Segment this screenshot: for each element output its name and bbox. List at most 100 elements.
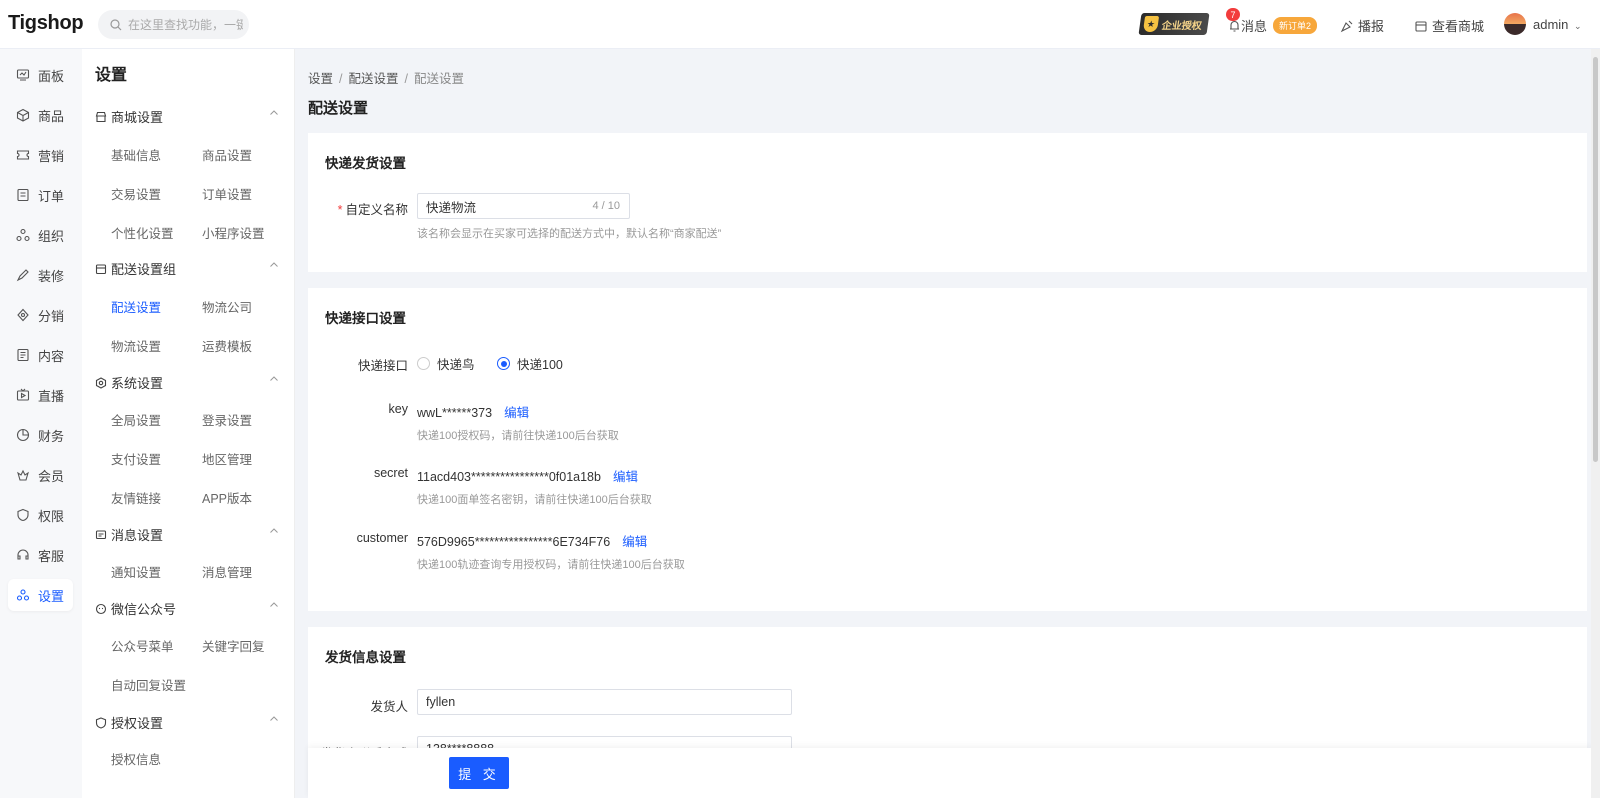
nav-item-member[interactable]: 会员 (8, 459, 73, 491)
group-message-settings[interactable]: 消息设置 (95, 525, 283, 544)
group-authorization[interactable]: 授权设置 (95, 713, 283, 732)
nav-item-label: 设置 (38, 588, 65, 604)
breadcrumb-item[interactable]: 设置 (308, 72, 333, 86)
breadcrumb-item[interactable]: 配送设置 (349, 72, 399, 86)
store-icon (1415, 20, 1427, 32)
custom-name-input[interactable]: 快递物流 4 / 10 (417, 193, 630, 219)
customer-value-row: 576D9965****************6E734F76 编辑 (417, 531, 647, 550)
nav-item-label: 客服 (38, 548, 65, 564)
search-input[interactable] (128, 17, 243, 32)
view-store-button[interactable]: 查看商城 (1414, 16, 1484, 35)
input-value: fyllen (426, 695, 456, 709)
nav-item-organization[interactable]: 组织 (8, 219, 73, 251)
chevron-up-icon (270, 716, 278, 721)
submenu-item[interactable]: 关键字回复 (202, 636, 265, 655)
nav-item-dashboard[interactable]: 面板 (8, 59, 73, 91)
submenu-item-active[interactable]: 配送设置 (111, 297, 161, 316)
chevron-up-icon (270, 262, 278, 267)
wechat-icon (95, 603, 107, 614)
group-label: 授权设置 (111, 716, 164, 731)
auth-badge-label: 企业授权 (1160, 20, 1203, 32)
nav-item-goods[interactable]: 商品 (8, 99, 73, 131)
submenu-item[interactable]: 基础信息 (111, 145, 161, 164)
radio-label: 快递鸟 (437, 358, 475, 372)
required-mark: * (337, 203, 343, 217)
chevron-up-icon (270, 602, 278, 607)
chevron-up-icon (270, 528, 278, 533)
submenu-item[interactable]: 通知设置 (111, 562, 161, 581)
logo[interactable]: Tigshop (8, 12, 84, 35)
breadcrumb-current: 配送设置 (414, 72, 465, 86)
group-label: 系统设置 (111, 376, 164, 391)
avatar[interactable] (1504, 13, 1526, 35)
group-label: 商城设置 (111, 110, 164, 125)
edit-secret-link[interactable]: 编辑 (613, 470, 638, 484)
submenu-item[interactable]: 运费模板 (202, 336, 252, 355)
submenu-item[interactable]: 地区管理 (202, 449, 252, 468)
submenu-item[interactable]: APP版本 (202, 488, 252, 507)
radio-kdniao[interactable]: 快递鸟 (417, 354, 475, 373)
edit-customer-link[interactable]: 编辑 (622, 535, 647, 549)
scrollbar[interactable] (1591, 49, 1600, 798)
group-delivery-settings[interactable]: 配送设置组 (95, 259, 283, 278)
shield-icon (95, 716, 107, 729)
submenu-item[interactable]: 自动回复设置 (111, 675, 186, 694)
radio-kuaidi100[interactable]: 快递100 (497, 354, 563, 373)
user-menu[interactable]: admin ⌄ (1533, 17, 1582, 32)
group-mall-settings[interactable]: 商城设置 (95, 107, 283, 126)
field-label: 发货人 (370, 700, 408, 714)
nav-item-marketing[interactable]: 营销 (8, 139, 73, 171)
submenu-item[interactable]: 友情链接 (111, 488, 161, 507)
nav-item-orders[interactable]: 订单 (8, 179, 73, 211)
submenu-item[interactable]: 授权信息 (111, 749, 161, 768)
group-system-settings[interactable]: 系统设置 (95, 373, 283, 392)
submenu-item[interactable]: 消息管理 (202, 562, 252, 581)
submenu-item[interactable]: 小程序设置 (202, 223, 265, 242)
scrollbar-thumb[interactable] (1593, 57, 1598, 462)
nav-item-label: 分销 (38, 308, 65, 324)
submenu-item[interactable]: 支付设置 (111, 449, 161, 468)
express-api-card: 快递接口设置 快递接口 快递鸟 快递100 key wwL******373 编辑… (308, 288, 1587, 611)
nav-item-customer-service[interactable]: 客服 (8, 539, 73, 571)
field-hint: 快递100轨迹查询专用授权码，请前往快递100后台获取 (417, 559, 685, 571)
user-name: admin (1533, 17, 1569, 32)
content-icon (17, 348, 29, 362)
submenu-item[interactable]: 交易设置 (111, 184, 161, 203)
submenu-item[interactable]: 个性化设置 (111, 223, 174, 242)
sender-input[interactable]: fyllen (417, 689, 792, 715)
message-icon (95, 529, 107, 539)
edit-key-link[interactable]: 编辑 (504, 406, 529, 420)
group-wechat-official[interactable]: 微信公众号 (95, 599, 283, 618)
nav-item-distribution[interactable]: 分销 (8, 299, 73, 331)
submenu-item[interactable]: 全局设置 (111, 410, 161, 429)
new-order-badge[interactable]: 新订单2 (1273, 17, 1318, 34)
submenu-item[interactable]: 商品设置 (202, 145, 252, 164)
submenu-item[interactable]: 登录设置 (202, 410, 252, 429)
order-icon (17, 188, 29, 202)
nav-item-content[interactable]: 内容 (8, 339, 73, 371)
nav-item-finance[interactable]: 财务 (8, 419, 73, 451)
submenu-item[interactable]: 公众号菜单 (111, 636, 174, 655)
nav-item-decoration[interactable]: 装修 (8, 259, 73, 291)
section-title: 快递接口设置 (325, 311, 406, 326)
breadcrumb: 设置 / 配送设置 / 配送设置 (308, 68, 464, 87)
group-label: 消息设置 (111, 528, 164, 543)
secret-value: 11acd403****************0f01a18b (417, 470, 601, 484)
search-box[interactable] (98, 10, 249, 39)
messages-button[interactable]: 7 消息 新订单2 (1226, 8, 1318, 35)
submenu-item[interactable]: 物流公司 (202, 297, 252, 316)
nav-item-live[interactable]: 直播 (8, 379, 73, 411)
broadcast-button[interactable]: 播报 (1340, 16, 1384, 35)
submit-button[interactable]: 提 交 (449, 757, 509, 789)
submenu-item[interactable]: 物流设置 (111, 336, 161, 355)
nav-item-settings[interactable]: 设置 (8, 579, 73, 611)
submenu-item[interactable]: 订单设置 (202, 184, 252, 203)
enterprise-auth-badge[interactable]: ★ 企业授权 (1138, 13, 1210, 35)
radio-circle-selected (497, 357, 510, 370)
nav-item-permission[interactable]: 权限 (8, 499, 73, 531)
group-label: 配送设置组 (111, 262, 177, 277)
brush-icon (16, 269, 29, 282)
box-icon (16, 108, 30, 122)
radio-label: 快递100 (517, 358, 563, 372)
nav-item-label: 订单 (38, 188, 65, 204)
